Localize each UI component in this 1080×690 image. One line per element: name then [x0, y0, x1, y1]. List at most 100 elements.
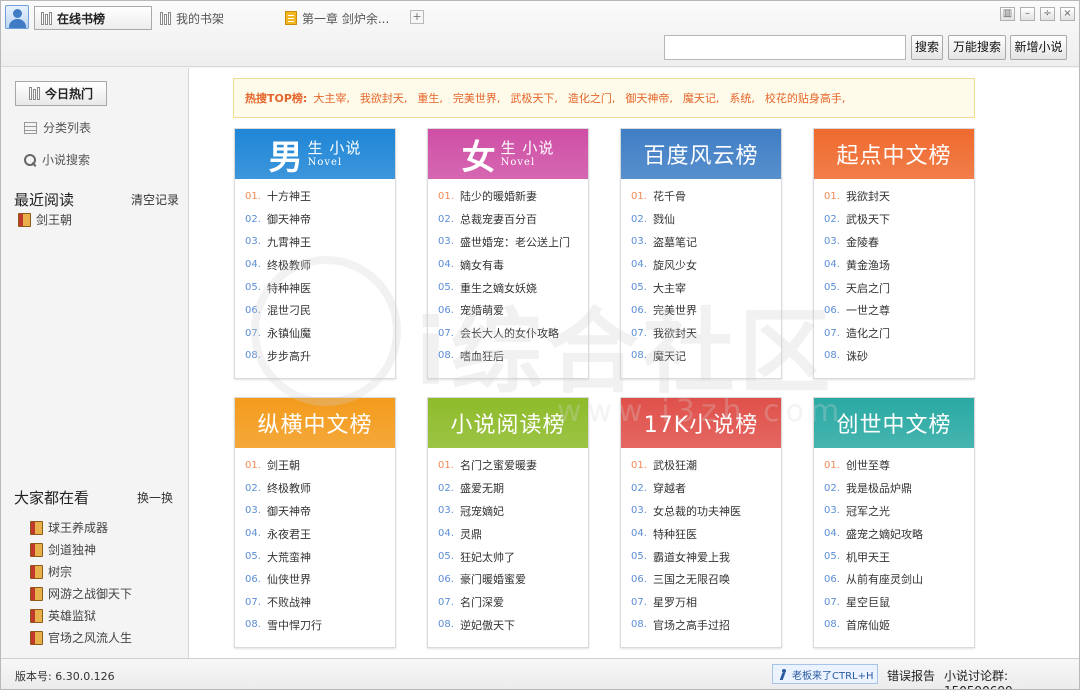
rank-list-item[interactable]: 04. 特种狂医 — [631, 522, 781, 545]
rank-list-item[interactable]: 02. 戮仙 — [631, 208, 781, 231]
menu-button[interactable]: ÷ — [1040, 7, 1055, 21]
rank-list-item[interactable]: 02. 穿越者 — [631, 477, 781, 500]
rank-list-item[interactable]: 07. 名门深爱 — [438, 591, 588, 614]
rank-panel-header[interactable]: 百度风云榜 — [621, 129, 781, 179]
rank-panel-header[interactable]: 创世中文榜 — [814, 398, 974, 448]
rank-list-item[interactable]: 06. 豪门暖婚蜜爱 — [438, 568, 588, 591]
sidebar-book-item[interactable]: 官场之风流人生 — [30, 629, 132, 646]
rank-list-item[interactable]: 08. 逆妃傲天下 — [438, 614, 588, 637]
rank-list-item[interactable]: 03. 御天神帝 — [245, 500, 395, 523]
rank-list-item[interactable]: 04. 终极教师 — [245, 253, 395, 276]
rank-list-item[interactable]: 05. 狂妃太帅了 — [438, 545, 588, 568]
minimize-button[interactable]: – — [1020, 7, 1035, 21]
rank-list-item[interactable]: 06. 完美世界 — [631, 299, 781, 322]
sidebar-book-item[interactable]: 剑道独神 — [30, 541, 96, 558]
rank-list-item[interactable]: 07. 星空巨鼠 — [824, 591, 974, 614]
boss-key-button[interactable]: 老板来了CTRL+H — [772, 664, 878, 684]
rank-list-item[interactable]: 04. 嫡女有毒 — [438, 253, 588, 276]
tab-chapter[interactable]: 第一章 剑炉余... — [279, 6, 395, 30]
rank-list-item[interactable]: 03. 冠军之光 — [824, 500, 974, 523]
rank-panel-header[interactable]: 17K小说榜 — [621, 398, 781, 448]
rank-list-item[interactable]: 06. 混世刁民 — [245, 299, 395, 322]
rank-list-item[interactable]: 05. 大荒蛮神 — [245, 545, 395, 568]
rank-panel-header[interactable]: 女生 小说 Novel — [428, 129, 588, 179]
sidebar-book-item[interactable]: 剑王朝 — [18, 211, 72, 228]
skin-button[interactable]: ▥ — [1000, 7, 1015, 21]
user-avatar-icon[interactable] — [5, 5, 29, 29]
rank-list-item[interactable]: 08. 步步高升 — [245, 345, 395, 368]
sidebar-book-item[interactable]: 树宗 — [30, 563, 72, 580]
error-report-link[interactable]: 错误报告 — [887, 667, 935, 684]
rank-list-item[interactable]: 07. 会长大人的女仆攻略 — [438, 322, 588, 345]
rank-list-item[interactable]: 07. 我欲封天 — [631, 322, 781, 345]
rank-list-item[interactable]: 04. 灵鼎 — [438, 522, 588, 545]
hot-search-item[interactable]: 魔天记, — [683, 92, 720, 105]
rank-list-item[interactable]: 02. 御天神帝 — [245, 208, 395, 231]
sidebar-book-item[interactable]: 英雄监狱 — [30, 607, 96, 624]
rank-list-item[interactable]: 07. 永镇仙魔 — [245, 322, 395, 345]
rank-list-item[interactable]: 05. 霸道女神爱上我 — [631, 545, 781, 568]
tab-online-rank[interactable]: 在线书榜 — [34, 6, 152, 30]
rank-list-item[interactable]: 02. 终极教师 — [245, 477, 395, 500]
rank-list-item[interactable]: 03. 盗墓笔记 — [631, 231, 781, 254]
sidebar-item-search[interactable]: 小说搜索 — [24, 151, 90, 168]
rank-list-item[interactable]: 04. 黄金渔场 — [824, 253, 974, 276]
hot-search-item[interactable]: 大主宰, — [313, 92, 350, 105]
rank-list-item[interactable]: 02. 武极天下 — [824, 208, 974, 231]
rank-list-item[interactable]: 08. 魔天记 — [631, 345, 781, 368]
rank-list-item[interactable]: 08. 雪中悍刀行 — [245, 614, 395, 637]
rank-list-item[interactable]: 03. 九霄神王 — [245, 231, 395, 254]
hot-search-item[interactable]: 系统, — [729, 92, 755, 105]
rank-list-item[interactable]: 02. 我是极品炉鼎 — [824, 477, 974, 500]
rank-list-item[interactable]: 06. 一世之尊 — [824, 299, 974, 322]
search-button[interactable]: 搜索 — [911, 35, 943, 60]
rank-panel-header[interactable]: 小说阅读榜 — [428, 398, 588, 448]
sidebar-book-item[interactable]: 球王养成器 — [30, 519, 108, 536]
sidebar-item-category[interactable]: 分类列表 — [24, 119, 91, 136]
today-hot-button[interactable]: 今日热门 — [15, 81, 107, 106]
rank-list-item[interactable]: 08. 首席仙姬 — [824, 614, 974, 637]
rank-list-item[interactable]: 01. 名门之蜜爱暖妻 — [438, 454, 588, 477]
rank-list-item[interactable]: 06. 三国之无限召唤 — [631, 568, 781, 591]
close-button[interactable]: × — [1060, 7, 1075, 21]
rank-list-item[interactable]: 05. 大主宰 — [631, 276, 781, 299]
rank-list-item[interactable]: 01. 我欲封天 — [824, 185, 974, 208]
rank-list-item[interactable]: 03. 金陵春 — [824, 231, 974, 254]
add-tab-button[interactable]: + — [410, 10, 424, 24]
rank-list-item[interactable]: 07. 星罗万相 — [631, 591, 781, 614]
refresh-link[interactable]: 换一换 — [137, 489, 173, 506]
rank-list-item[interactable]: 03. 冠宠嫡妃 — [438, 500, 588, 523]
hot-search-item[interactable]: 造化之门, — [568, 92, 616, 105]
rank-list-item[interactable]: 04. 永夜君王 — [245, 522, 395, 545]
rank-list-item[interactable]: 01. 花千骨 — [631, 185, 781, 208]
rank-list-item[interactable]: 04. 盛宠之嫡妃攻略 — [824, 522, 974, 545]
rank-list-item[interactable]: 01. 陆少的暖婚新妻 — [438, 185, 588, 208]
rank-list-item[interactable]: 01. 武极狂潮 — [631, 454, 781, 477]
hot-search-item[interactable]: 校花的贴身高手, — [765, 92, 846, 105]
rank-list-item[interactable]: 05. 机甲天王 — [824, 545, 974, 568]
sidebar-book-item[interactable]: 网游之战御天下 — [30, 585, 132, 602]
search-input[interactable] — [664, 35, 906, 60]
rank-list-item[interactable]: 01. 剑王朝 — [245, 454, 395, 477]
rank-list-item[interactable]: 06. 从前有座灵剑山 — [824, 568, 974, 591]
tab-my-shelf[interactable]: 我的书架 — [154, 6, 230, 30]
rank-list-item[interactable]: 02. 总裁宠妻百分百 — [438, 208, 588, 231]
rank-list-item[interactable]: 01. 十方神王 — [245, 185, 395, 208]
hot-search-item[interactable]: 完美世界, — [453, 92, 501, 105]
add-novel-button[interactable]: 新增小说 — [1010, 35, 1067, 60]
rank-list-item[interactable]: 03. 盛世婚宠：老公送上门 — [438, 231, 588, 254]
rank-list-item[interactable]: 03. 女总裁的功夫神医 — [631, 500, 781, 523]
rank-panel-header[interactable]: 男生 小说 Novel — [235, 129, 395, 179]
rank-list-item[interactable]: 07. 不败战神 — [245, 591, 395, 614]
hot-search-item[interactable]: 我欲封天, — [360, 92, 408, 105]
rank-list-item[interactable]: 04. 旋风少女 — [631, 253, 781, 276]
rank-list-item[interactable]: 02. 盛爱无期 — [438, 477, 588, 500]
hot-search-item[interactable]: 重生, — [417, 92, 443, 105]
rank-list-item[interactable]: 08. 官场之高手过招 — [631, 614, 781, 637]
hot-search-item[interactable]: 武极天下, — [510, 92, 558, 105]
rank-list-item[interactable]: 05. 特种神医 — [245, 276, 395, 299]
rank-list-item[interactable]: 01. 创世至尊 — [824, 454, 974, 477]
rank-list-item[interactable]: 06. 仙侠世界 — [245, 568, 395, 591]
rank-panel-header[interactable]: 起点中文榜 — [814, 129, 974, 179]
universal-search-button[interactable]: 万能搜索 — [948, 35, 1006, 60]
